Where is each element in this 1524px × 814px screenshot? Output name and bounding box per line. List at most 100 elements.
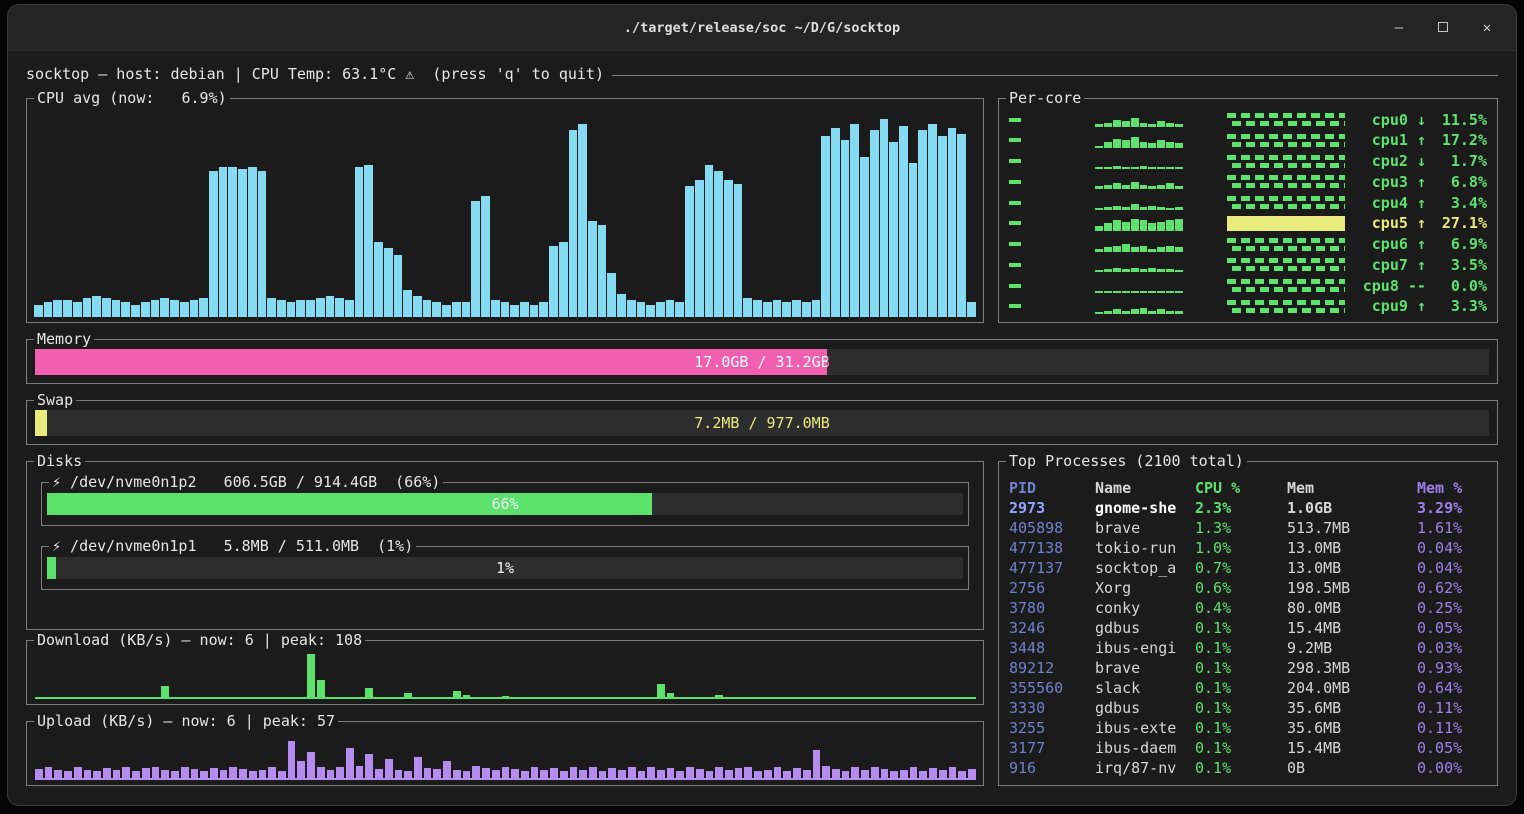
- cpu-bar: [394, 255, 403, 317]
- process-cell: 3255: [1009, 718, 1095, 738]
- cpu-bar: [734, 184, 743, 317]
- core-tick: [1009, 263, 1021, 267]
- process-cell: 0.64%: [1417, 678, 1487, 698]
- dl-bar: [560, 697, 568, 699]
- core-sparkline: [1095, 112, 1183, 127]
- core-activity-blocks: [1227, 238, 1345, 251]
- process-row[interactable]: 3246gdbus0.1%15.4MB0.05%: [1009, 618, 1487, 638]
- cpu-bar: [374, 242, 383, 317]
- process-cell: 0.25%: [1417, 598, 1487, 618]
- download-panel-title: Download (KB/s) — now: 6 | peak: 108: [34, 631, 365, 650]
- ul-bar: [35, 769, 43, 780]
- core-activity-blocks: [1227, 258, 1345, 271]
- process-cell: 0.7%: [1195, 558, 1287, 578]
- process-cell: irq/87-nv: [1095, 758, 1195, 778]
- cpu-bar: [957, 134, 966, 317]
- process-row[interactable]: 3330gdbus0.1%35.6MB0.11%: [1009, 698, 1487, 718]
- ul-bar: [132, 771, 140, 780]
- cpu-bar: [617, 294, 626, 317]
- upload-panel-title: Upload (KB/s) — now: 6 | peak: 57: [34, 712, 338, 731]
- cpu-bar: [238, 169, 247, 317]
- dl-bar: [443, 697, 451, 699]
- process-cell: 13.0MB: [1287, 558, 1417, 578]
- cpu-bar: [880, 119, 889, 317]
- titlebar[interactable]: ./target/release/soc ~/D/G/socktop – ✕: [8, 5, 1516, 51]
- ul-bar: [307, 752, 315, 780]
- core-activity-blocks: [1227, 196, 1345, 209]
- cpu-bar: [355, 167, 364, 317]
- process-cell: 1.3%: [1195, 518, 1287, 538]
- top-processes-panel: Top Processes (2100 total) PIDNameCPU %M…: [998, 461, 1498, 786]
- core-row-cpu0: cpu0 ↓ 11.5%: [1009, 110, 1487, 129]
- process-row[interactable]: 3780conky0.4%80.0MB0.25%: [1009, 598, 1487, 618]
- process-row[interactable]: 2756Xorg0.6%198.5MB0.62%: [1009, 578, 1487, 598]
- core-label: cpu1 ↑ 17.2%: [1353, 131, 1487, 149]
- cpu-bar: [549, 246, 558, 317]
- memory-gauge: 17.0GB / 31.2GB 17.0GB / 31.2GB: [35, 349, 1489, 375]
- dl-bar: [764, 697, 772, 699]
- cpu-bar: [831, 128, 840, 317]
- cpu-bar: [675, 302, 684, 317]
- process-row[interactable]: 3177ibus-daem0.1%15.4MB0.05%: [1009, 738, 1487, 758]
- minimize-button[interactable]: –: [1392, 21, 1406, 35]
- process-cell: 15.4MB: [1287, 738, 1417, 758]
- dl-bar: [783, 697, 791, 699]
- process-row[interactable]: 477138tokio-run1.0%13.0MB0.04%: [1009, 538, 1487, 558]
- process-row[interactable]: 477137socktop_a0.7%13.0MB0.04%: [1009, 558, 1487, 578]
- core-label: cpu3 ↑ 6.8%: [1353, 173, 1487, 191]
- process-row[interactable]: 3255ibus-exte0.1%35.6MB0.11%: [1009, 718, 1487, 738]
- dl-bar: [210, 697, 218, 699]
- cpu-bar: [802, 302, 811, 317]
- dl-bar: [667, 693, 675, 700]
- maximize-button[interactable]: [1436, 21, 1450, 35]
- ul-bar: [774, 767, 782, 780]
- disk-label: ⚡ /dev/nvme0n1p1 5.8MB / 511.0MB (1%): [49, 537, 416, 556]
- process-row[interactable]: 3448ibus-engi0.1%9.2MB0.03%: [1009, 638, 1487, 658]
- core-tick: [1009, 284, 1021, 288]
- cpu-bar: [102, 298, 111, 317]
- process-column-header[interactable]: Name: [1095, 478, 1195, 498]
- dl-bar: [74, 697, 82, 699]
- cpu-bar: [112, 300, 121, 317]
- process-column-header[interactable]: PID: [1009, 478, 1095, 498]
- dl-bar: [472, 697, 480, 699]
- cpu-bar: [850, 124, 859, 317]
- ul-bar: [842, 771, 850, 780]
- dl-bar: [958, 697, 966, 699]
- ul-bar: [404, 771, 412, 780]
- core-label: cpu5 ↑ 27.1%: [1353, 214, 1487, 232]
- ul-bar: [696, 769, 704, 780]
- process-row[interactable]: 355560slack0.1%204.0MB0.64%: [1009, 678, 1487, 698]
- cpu-bar: [656, 302, 665, 317]
- disk-gauge-value: 1%: [47, 557, 963, 579]
- process-row[interactable]: 2973gnome-she2.3%1.0GB3.29%: [1009, 498, 1487, 518]
- cpu-bar: [151, 300, 160, 317]
- process-cell: 9.2MB: [1287, 638, 1417, 658]
- cpu-bar: [121, 302, 130, 317]
- cpu-bar: [131, 305, 140, 317]
- process-column-header[interactable]: Mem: [1287, 478, 1417, 498]
- close-button[interactable]: ✕: [1480, 21, 1494, 35]
- ul-bar: [443, 761, 451, 780]
- ul-bar: [628, 767, 636, 780]
- dl-bar: [842, 697, 850, 699]
- disks-panel: Disks ⚡ /dev/nvme0n1p2 606.5GB / 914.4GB…: [26, 461, 984, 630]
- core-label: cpu2 ↓ 1.7%: [1353, 152, 1487, 170]
- dl-bar: [385, 697, 393, 699]
- process-row[interactable]: 405898brave1.3%513.7MB1.61%: [1009, 518, 1487, 538]
- process-cell: 0.1%: [1195, 638, 1287, 658]
- process-column-header[interactable]: CPU %: [1195, 478, 1287, 498]
- cpu-bar: [190, 300, 199, 317]
- process-column-header[interactable]: Mem %: [1417, 478, 1487, 498]
- ul-bar: [735, 768, 743, 780]
- process-row[interactable]: 916irq/87-nv0.1%0B0.00%: [1009, 758, 1487, 778]
- dl-bar: [336, 697, 344, 699]
- cpu-bar: [491, 300, 500, 317]
- dl-bar: [676, 697, 684, 699]
- process-cell: 0.1%: [1195, 698, 1287, 718]
- ul-bar: [113, 770, 121, 780]
- core-row-cpu5: cpu5 ↑ 27.1%: [1009, 214, 1487, 233]
- process-row[interactable]: 89212brave0.1%298.3MB0.93%: [1009, 658, 1487, 678]
- ul-bar: [919, 771, 927, 780]
- dl-bar: [706, 697, 714, 699]
